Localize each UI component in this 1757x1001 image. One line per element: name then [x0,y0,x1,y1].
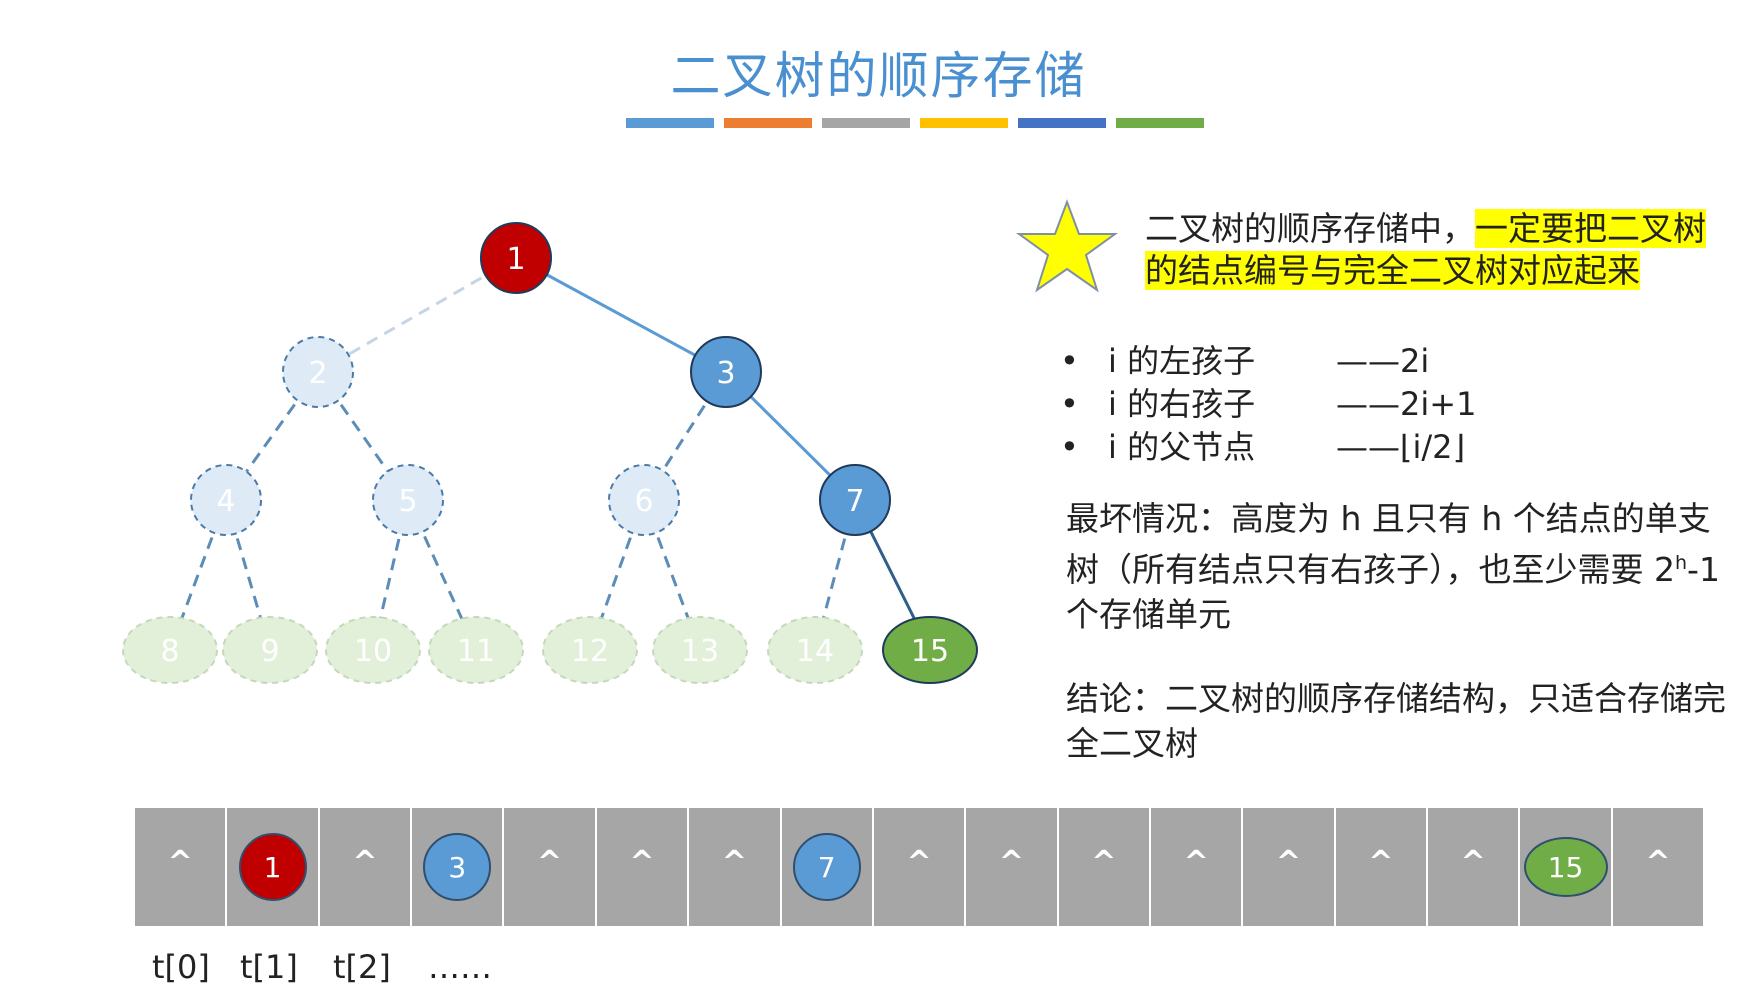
worst-case-part1: 最坏情况：高度为 h 且只有 h 个结点的单支树（所有结点只有右孩子），也至少需… [1066,499,1711,589]
worst-case-text: 最坏情况：高度为 h 且只有 h 个结点的单支树（所有结点只有右孩子），也至少需… [1066,496,1726,637]
tree-node-8: 8 [122,616,218,684]
tree-node-label: 8 [160,634,179,669]
tree-node-1: 1 [480,222,552,294]
rule-formula: ——2i [1336,342,1430,380]
index-label-t2: t[2] [333,948,391,986]
array-cell: ^ [504,808,597,926]
tree-node-label: 13 [681,634,719,669]
array-cell: ^ [1336,808,1429,926]
null-marker: ^ [998,844,1024,880]
tree-node-15: 15 [882,616,978,684]
tree-node-label: 11 [457,634,495,669]
null-marker: ^ [721,844,747,880]
rule-label: i 的左孩子 [1108,342,1256,380]
storage-array: ^ 1 ^ 3 ^ ^ ^ 7 ^ ^ ^ ^ ^ ^ ^ 15 ^ [135,808,1703,926]
null-marker: ^ [1183,844,1209,880]
null-marker: ^ [1645,844,1671,880]
array-cell: ^ [135,808,228,926]
rule-label: i 的右孩子 [1108,385,1256,423]
array-cell: ^ [597,808,690,926]
tree-node-label: 1 [506,242,525,277]
tree-node-5: 5 [372,464,444,536]
key-note: 二叉树的顺序存储中，一定要把二叉树的结点编号与完全二叉树对应起来 [1145,208,1725,292]
conclusion-text: 结论：二叉树的顺序存储结构，只适合存储完全二叉树 [1066,679,1726,763]
tree-node-label: 9 [260,634,279,669]
index-label-ellipsis: …… [428,948,492,986]
array-cell: ^ [874,808,967,926]
null-marker: ^ [1091,844,1117,880]
null-marker: ^ [1275,844,1302,880]
tree-node-label: 3 [716,356,735,391]
null-marker: ^ [167,844,193,880]
tree-node-label: 10 [354,634,392,669]
color-stripe-segment [1018,118,1106,128]
array-cell: 15 [1520,808,1613,926]
tree-node-11: 11 [428,616,524,684]
tree-node-3: 3 [690,336,762,408]
binary-tree-diagram: 12 34 5 6 78 9 10 11 12 13 14 15 [122,222,978,684]
tree-node-4: 4 [190,464,262,536]
tree-node-13: 13 [652,616,748,684]
array-node-15: 15 [1523,837,1608,897]
array-cell: ^ [689,808,782,926]
tree-node-label: 12 [571,634,609,669]
tree-node-label: 14 [796,634,834,669]
tree-node-label: 6 [634,484,653,519]
tree-node-6: 6 [608,464,680,536]
tree-node-label: 7 [845,484,864,519]
bullet: • [1060,428,1079,466]
array-cell: 1 [227,808,320,926]
null-marker: ^ [537,844,563,880]
array-cell: 7 [782,808,874,926]
null-marker: ^ [1460,844,1486,880]
array-cell: ^ [1243,808,1336,926]
null-marker: ^ [629,844,655,880]
array-node-7: 7 [792,833,861,901]
tree-node-label: 2 [308,356,327,391]
worst-case-superscript: h [1675,552,1688,574]
tree-node-label: 5 [398,484,417,519]
array-node-1: 1 [238,833,307,901]
array-cell: 3 [412,808,505,926]
array-cell: ^ [1059,808,1151,926]
index-rules: • i 的左孩子 ——2i • i 的右孩子 ——2i+1 • i 的父节点 —… [1060,340,1476,469]
rule-label: i 的父节点 [1108,428,1256,466]
rule-left-child: • i 的左孩子 ——2i [1060,340,1476,383]
rule-formula: ——2i+1 [1336,385,1477,423]
tree-node-14: 14 [767,616,863,684]
array-cell: ^ [1428,808,1521,926]
key-note-plain: 二叉树的顺序存储中， [1145,209,1475,248]
bullet: • [1060,385,1079,423]
array-cell: ^ [966,808,1059,926]
tree-node-12: 12 [542,616,638,684]
color-stripe-segment [1116,118,1204,128]
null-marker: ^ [1368,844,1394,880]
rule-parent: • i 的父节点 ——⌊i/2⌋ [1060,426,1476,469]
array-cell: ^ [1613,808,1703,926]
array-node-3: 3 [423,833,492,901]
array-cell: ^ [320,808,413,926]
bullet: • [1060,342,1079,380]
rule-right-child: • i 的右孩子 ——2i+1 [1060,383,1476,426]
tree-node-10: 10 [325,616,421,684]
index-label-t0: t[0] [152,948,210,986]
null-marker: ^ [906,844,932,880]
star-icon [1015,199,1119,293]
null-marker: ^ [352,844,378,880]
index-label-t1: t[1] [240,948,298,986]
tree-node-label: 15 [911,634,949,669]
tree-node-9: 9 [222,616,318,684]
rule-formula: ——⌊i/2⌋ [1336,428,1465,466]
tree-node-7: 7 [819,464,891,536]
array-cell: ^ [1151,808,1244,926]
tree-node-2: 2 [282,336,354,408]
tree-node-label: 4 [216,484,235,519]
